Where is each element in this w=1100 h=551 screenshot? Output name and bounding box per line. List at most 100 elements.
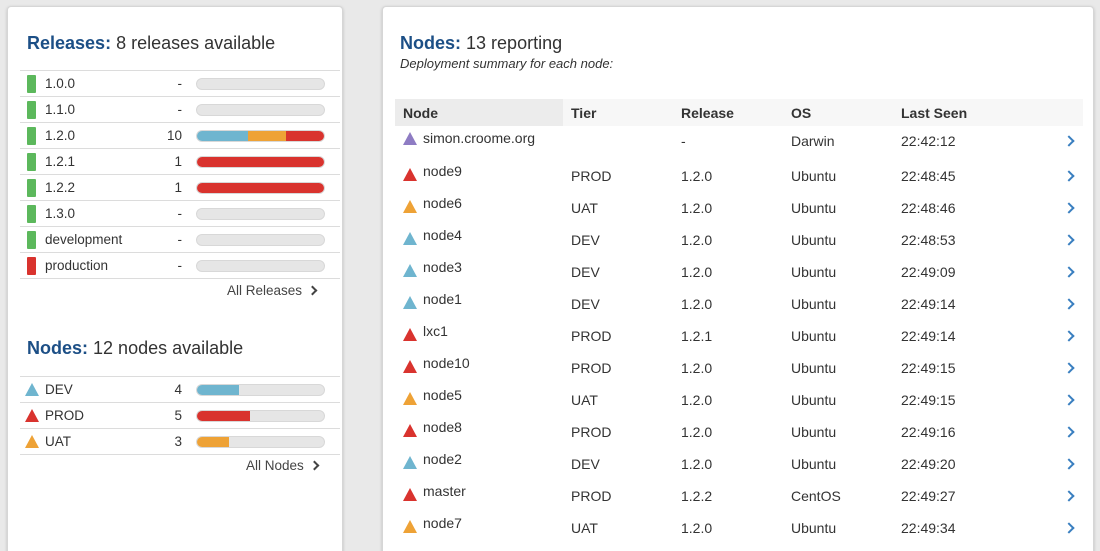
- node-row[interactable]: node9 PROD 1.2.0 Ubuntu 22:48:45: [395, 158, 1083, 190]
- node-os: CentOS: [791, 488, 841, 504]
- node-last-seen: 22:48:46: [901, 200, 956, 216]
- chevron-right-icon[interactable]: [1063, 362, 1075, 374]
- node-row[interactable]: node1 DEV 1.2.0 Ubuntu 22:49:14: [395, 286, 1083, 318]
- tier-progress-bar: [196, 410, 325, 422]
- node-row[interactable]: lxc1 PROD 1.2.1 Ubuntu 22:49:14: [395, 318, 1083, 350]
- node-name: master: [423, 483, 466, 499]
- node-release: 1.2.0: [681, 424, 713, 440]
- tier-node-count: 5: [174, 408, 182, 423]
- node-last-seen: 22:49:20: [901, 456, 956, 472]
- column-header-os[interactable]: OS: [783, 99, 893, 126]
- node-row[interactable]: node10 PROD 1.2.0 Ubuntu 22:49:15: [395, 350, 1083, 382]
- node-release: 1.2.0: [681, 296, 713, 312]
- release-list: 1.0.0-1.1.0-1.2.0 10 1.2.1 1 1.2.2 1 1.3.0- dev…: [20, 70, 340, 279]
- node-row[interactable]: node7 UAT 1.2.0 Ubuntu 22:49:34: [395, 510, 1083, 542]
- triangle-icon: [403, 200, 417, 213]
- chevron-right-icon[interactable]: [1063, 458, 1075, 470]
- node-name: node3: [423, 259, 462, 275]
- node-last-seen: 22:49:27: [901, 488, 956, 504]
- node-os: Darwin: [791, 133, 835, 149]
- node-os: Ubuntu: [791, 424, 837, 440]
- chevron-right-icon[interactable]: [1063, 298, 1075, 310]
- release-row[interactable]: 1.2.0 10: [20, 123, 340, 149]
- release-row[interactable]: 1.1.0 -: [20, 97, 340, 123]
- release-row[interactable]: 1.3.0 -: [20, 201, 340, 227]
- chevron-right-icon[interactable]: [1063, 234, 1075, 246]
- node-tier: DEV: [571, 264, 600, 280]
- chevron-right-icon[interactable]: [1063, 202, 1075, 214]
- node-row[interactable]: master PROD 1.2.2 CentOS 22:49:27: [395, 478, 1083, 510]
- node-release: 1.2.0: [681, 168, 713, 184]
- node-release: -: [681, 133, 686, 149]
- chevron-right-icon[interactable]: [1063, 426, 1075, 438]
- node-row[interactable]: node4 DEV 1.2.0 Ubuntu 22:48:53: [395, 222, 1083, 254]
- nodes-table-header: Node Tier Release OS Last Seen: [395, 99, 1083, 126]
- progress-segment: [197, 437, 229, 447]
- chevron-right-icon[interactable]: [1063, 170, 1075, 182]
- tier-row[interactable]: UAT 3: [20, 429, 340, 455]
- node-name: node4: [423, 227, 462, 243]
- triangle-icon: [403, 232, 417, 245]
- release-row[interactable]: 1.2.1 1: [20, 149, 340, 175]
- all-nodes-link[interactable]: All Nodes: [246, 458, 320, 473]
- node-last-seen: 22:42:12: [901, 133, 956, 149]
- release-progress-bar: [196, 130, 325, 142]
- node-row[interactable]: node8 PROD 1.2.0 Ubuntu 22:49:16: [395, 414, 1083, 446]
- node-release: 1.2.1: [681, 328, 713, 344]
- summary-panel: Releases: 8 releases available 1.0.0-1.1…: [7, 6, 343, 551]
- release-progress-bar: [196, 104, 325, 116]
- release-row[interactable]: 1.2.2 1: [20, 175, 340, 201]
- release-color-swatch: [27, 75, 36, 93]
- release-color-swatch: [27, 179, 36, 197]
- release-name: 1.2.2: [45, 180, 76, 195]
- nodes-summary-heading-label: Nodes:: [27, 338, 89, 358]
- node-tier: UAT: [571, 392, 598, 408]
- node-release: 1.2.0: [681, 200, 713, 216]
- node-tier: PROD: [571, 360, 612, 376]
- chevron-right-icon[interactable]: [1063, 522, 1075, 534]
- column-header-node[interactable]: Node: [395, 99, 563, 126]
- release-node-count: 1: [174, 154, 182, 169]
- node-row[interactable]: simon.croome.org - Darwin 22:42:12: [395, 126, 1083, 158]
- release-row[interactable]: 1.0.0 -: [20, 71, 340, 97]
- node-name: node10: [423, 355, 470, 371]
- release-name: 1.1.0: [45, 102, 76, 117]
- chevron-right-icon[interactable]: [1063, 490, 1075, 502]
- node-release: 1.2.2: [681, 488, 713, 504]
- triangle-icon: [403, 264, 417, 277]
- release-node-count: -: [177, 206, 183, 221]
- node-row[interactable]: node5 UAT 1.2.0 Ubuntu 22:49:15: [395, 382, 1083, 414]
- chevron-right-icon[interactable]: [1063, 266, 1075, 278]
- progress-segment: [247, 131, 286, 141]
- release-color-swatch: [27, 257, 36, 275]
- node-tier: DEV: [571, 296, 600, 312]
- column-header-tier[interactable]: Tier: [563, 99, 673, 126]
- all-releases-label: All Releases: [227, 283, 303, 298]
- chevron-right-icon[interactable]: [1063, 135, 1075, 147]
- release-row[interactable]: development -: [20, 227, 340, 253]
- node-name: simon.croome.org: [423, 130, 536, 146]
- node-release: 1.2.0: [681, 456, 713, 472]
- node-last-seen: 22:49:09: [901, 264, 956, 280]
- node-release: 1.2.0: [681, 232, 713, 248]
- chevron-right-icon[interactable]: [1063, 394, 1075, 406]
- tier-row[interactable]: PROD 5: [20, 403, 340, 429]
- tier-name: DEV: [45, 382, 73, 397]
- node-row[interactable]: node6 UAT 1.2.0 Ubuntu 22:48:46: [395, 190, 1083, 222]
- column-header-last-seen[interactable]: Last Seen: [893, 99, 1083, 126]
- release-name: 1.3.0: [45, 206, 76, 221]
- node-row[interactable]: node2 DEV 1.2.0 Ubuntu 22:49:20: [395, 446, 1083, 478]
- tier-row[interactable]: DEV 4: [20, 377, 340, 403]
- release-name: 1.2.0: [45, 128, 76, 143]
- all-nodes-label: All Nodes: [246, 458, 304, 473]
- chevron-right-icon[interactable]: [1063, 330, 1075, 342]
- node-row[interactable]: node3 DEV 1.2.0 Ubuntu 22:49:09: [395, 254, 1083, 286]
- all-releases-link[interactable]: All Releases: [227, 283, 318, 298]
- node-os: Ubuntu: [791, 200, 837, 216]
- release-row[interactable]: production -: [20, 253, 340, 279]
- tier-node-count: 3: [174, 434, 182, 449]
- column-header-release[interactable]: Release: [673, 99, 783, 126]
- triangle-icon: [403, 296, 417, 309]
- tier-list: DEV 4 PROD 5 UAT 3: [20, 376, 340, 455]
- node-last-seen: 22:49:34: [901, 520, 956, 536]
